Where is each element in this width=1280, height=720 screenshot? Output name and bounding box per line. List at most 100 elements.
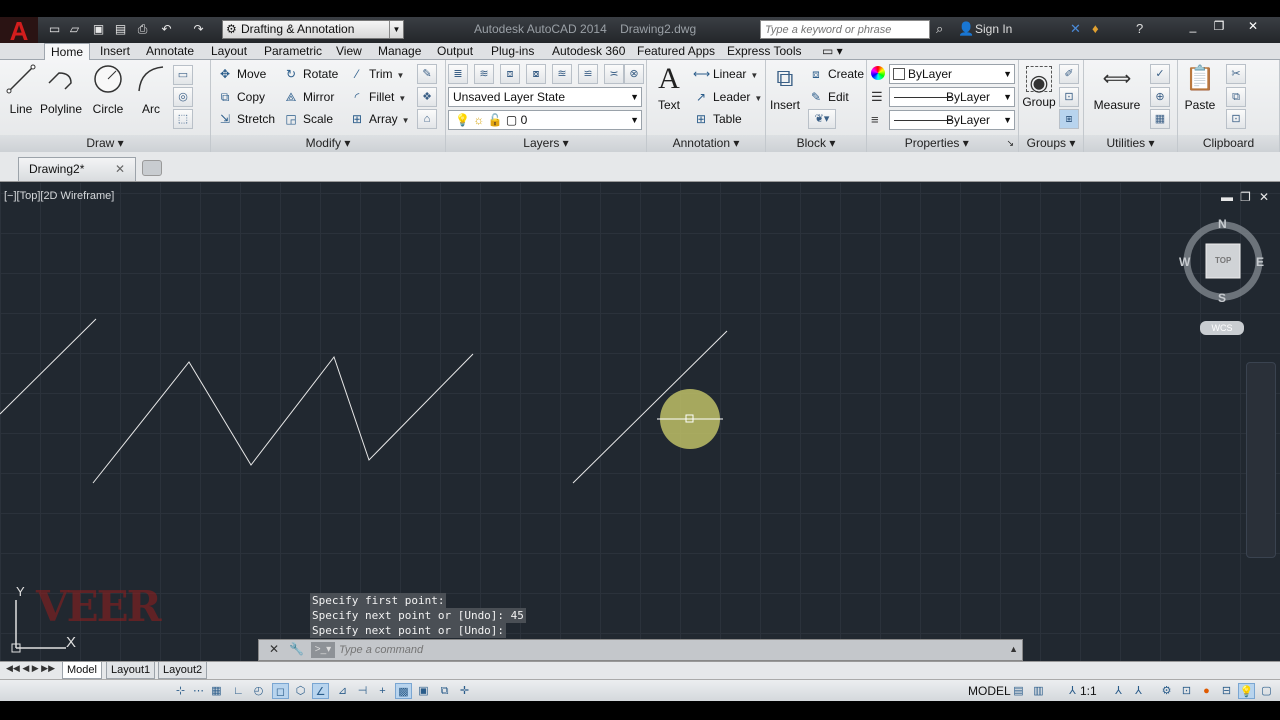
- layer-dropdown[interactable]: 💡 ☼ 🔓 ▢ 0 ▼: [448, 110, 642, 130]
- group-button[interactable]: ◉ Group: [1015, 63, 1063, 109]
- save-as-icon[interactable]: ▤: [112, 21, 129, 37]
- wcs-menu[interactable]: WCS: [1200, 321, 1244, 335]
- command-history-toggle-icon[interactable]: ▲: [1009, 644, 1018, 654]
- tab-layout2[interactable]: Layout2: [158, 662, 208, 679]
- copy-with-base-icon[interactable]: ⊡: [1226, 109, 1246, 129]
- stretch-button[interactable]: ⇲ Stretch: [217, 109, 275, 129]
- layer-state-dropdown[interactable]: Unsaved Layer State ▼: [448, 87, 642, 107]
- tab-manage[interactable]: Manage: [372, 43, 427, 60]
- selection-cycling-icon[interactable]: ⧉: [436, 683, 453, 699]
- undo-icon[interactable]: ↶: [158, 21, 175, 37]
- polyline-button[interactable]: Polyline: [37, 63, 85, 116]
- group-edit-icon[interactable]: ⊡: [1059, 87, 1079, 107]
- annotation-visibility-icon[interactable]: ⅄: [1110, 683, 1127, 699]
- create-block-button[interactable]: ⧈ Create: [808, 64, 864, 84]
- leader-button[interactable]: ↗ Leader ▼: [693, 87, 762, 107]
- tab-express-tools[interactable]: Express Tools: [721, 43, 807, 60]
- compass-south[interactable]: S: [1218, 291, 1226, 305]
- infer-constraints-icon[interactable]: ⊹: [172, 683, 189, 699]
- utilities-panel-title[interactable]: Utilities ▾: [1084, 135, 1177, 152]
- lineweight-dropdown[interactable]: ByLayer ▼: [889, 87, 1015, 107]
- recent-commands-icon[interactable]: >_▾: [311, 642, 335, 658]
- modify-panel-title[interactable]: Modify ▾: [211, 135, 445, 152]
- paste-button[interactable]: 📋 Paste: [1176, 63, 1224, 112]
- compass-east[interactable]: E: [1256, 255, 1264, 269]
- group-selection-icon[interactable]: ⧆: [1059, 109, 1079, 129]
- lock-toolbar-icon[interactable]: ⊡: [1178, 683, 1195, 699]
- customize-wrench-icon[interactable]: 🔧: [289, 642, 304, 656]
- compass-north[interactable]: N: [1218, 217, 1227, 231]
- redo-icon[interactable]: ↷: [190, 21, 207, 37]
- drawn-polyline-zigzag[interactable]: [92, 353, 474, 484]
- calculator-icon[interactable]: ▦: [1150, 109, 1170, 129]
- search-input[interactable]: [760, 20, 930, 39]
- layer-lock-icon[interactable]: ⊗: [624, 64, 644, 84]
- navigation-bar[interactable]: [1246, 362, 1276, 558]
- annotation-scale-value[interactable]: 1:1: [1080, 684, 1097, 698]
- tab-annotate[interactable]: Annotate: [140, 43, 200, 60]
- close-tab-icon[interactable]: ✕: [115, 158, 125, 180]
- offset-icon[interactable]: ⌂: [417, 109, 437, 129]
- color-dropdown[interactable]: ByLayer ▼: [889, 64, 1015, 84]
- autodesk-app-icon[interactable]: ♦: [1092, 21, 1099, 36]
- layout-nav-arrows-icon[interactable]: ◀◀ ◀ ▶ ▶▶: [6, 663, 55, 674]
- new-tab-button[interactable]: [142, 160, 162, 176]
- user-icon[interactable]: 👤: [958, 21, 974, 37]
- binoculars-icon[interactable]: ⌕: [936, 21, 943, 37]
- application-menu-button[interactable]: A: [0, 17, 38, 45]
- tab-output[interactable]: Output: [431, 43, 479, 60]
- quick-view-layouts-icon[interactable]: ▤: [1010, 683, 1027, 699]
- tab-layout[interactable]: Layout: [205, 43, 253, 60]
- compass-west[interactable]: W: [1179, 255, 1190, 269]
- rectangle-icon[interactable]: ▭: [173, 65, 193, 85]
- layer-stack-icon[interactable]: ≋: [474, 64, 494, 84]
- copy-button[interactable]: ⧉ Copy: [217, 87, 265, 107]
- annotation-panel-title[interactable]: Annotation ▾: [647, 135, 765, 152]
- arc-button[interactable]: Arc: [127, 63, 175, 116]
- isolate-objects-icon[interactable]: ⊟: [1218, 683, 1235, 699]
- dynamic-input-icon[interactable]: ⊣: [354, 683, 371, 699]
- table-button[interactable]: ⊞ Table: [693, 109, 742, 129]
- tab-layout1[interactable]: Layout1: [106, 662, 156, 679]
- linear-dimension-button[interactable]: ⟷ Linear ▼: [693, 64, 758, 84]
- save-icon[interactable]: ▣: [90, 21, 107, 37]
- tab-parametric[interactable]: Parametric: [258, 43, 328, 60]
- clean-screen-icon[interactable]: ▢: [1258, 683, 1275, 699]
- ungroup-icon[interactable]: ✐: [1059, 64, 1079, 84]
- plot-icon[interactable]: ⎙: [134, 21, 151, 37]
- erase-icon[interactable]: ✎: [417, 64, 437, 84]
- workspace-dropdown[interactable]: ⚙ Drafting & Annotation ▼: [222, 20, 404, 39]
- hatch-icon[interactable]: ◎: [173, 87, 193, 107]
- hardware-acceleration-icon[interactable]: ●: [1198, 683, 1215, 699]
- model-space-toggle[interactable]: MODEL: [968, 684, 1011, 698]
- tab-view[interactable]: View: [330, 43, 368, 60]
- cut-icon[interactable]: ✂: [1226, 64, 1246, 84]
- layer-unisolate-icon[interactable]: ⧇: [526, 64, 546, 84]
- trim-button[interactable]: ⁄ Trim ▼: [349, 64, 404, 84]
- object-snap-tracking-icon[interactable]: ∠: [312, 683, 329, 699]
- quick-properties-icon[interactable]: ▣: [415, 683, 432, 699]
- tab-autodesk-360[interactable]: Autodesk 360: [546, 43, 631, 60]
- open-folder-icon[interactable]: ▱: [66, 21, 83, 37]
- layer-match-icon[interactable]: ≊: [552, 64, 572, 84]
- object-snap-icon[interactable]: ◻: [272, 683, 289, 699]
- insert-block-button[interactable]: ⧉ Insert: [761, 63, 809, 112]
- quick-view-drawings-icon[interactable]: ▥: [1030, 683, 1047, 699]
- exchange-icon[interactable]: ✕: [1070, 21, 1081, 37]
- tab-featured-apps[interactable]: Featured Apps: [631, 43, 721, 60]
- ortho-mode-icon[interactable]: ∟: [230, 683, 247, 699]
- document-tab-drawing2[interactable]: Drawing2* ✕: [18, 157, 136, 181]
- explode-icon[interactable]: ❖: [417, 87, 437, 107]
- quick-select-icon[interactable]: ✓: [1150, 64, 1170, 84]
- mirror-button[interactable]: ⟁ Mirror: [283, 87, 335, 107]
- text-button[interactable]: A Text: [645, 63, 693, 113]
- layers-panel-title[interactable]: Layers ▾: [446, 135, 646, 152]
- layer-off-icon[interactable]: ≌: [578, 64, 598, 84]
- close-button[interactable]: ✕: [1240, 18, 1266, 34]
- properties-panel-title[interactable]: Properties ▾ ↘: [867, 135, 1018, 152]
- sign-in-button[interactable]: Sign In: [975, 22, 1012, 36]
- minimize-button[interactable]: _: [1180, 18, 1206, 34]
- 3d-object-snap-icon[interactable]: ⬡: [292, 683, 309, 699]
- ribbon-options-icon[interactable]: ▭ ▾: [816, 43, 849, 60]
- measure-button[interactable]: ⟺ Measure: [1093, 63, 1141, 112]
